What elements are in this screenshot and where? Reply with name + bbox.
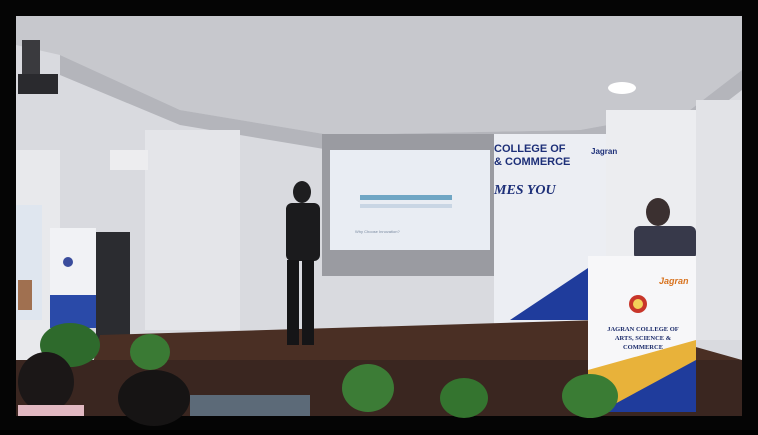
projector-mount (22, 40, 40, 74)
projector (18, 74, 58, 94)
banner-line1: COLLEGE OF (494, 143, 566, 155)
plant (342, 364, 394, 412)
left-lectern (96, 232, 130, 342)
photo-illustration (0, 0, 758, 430)
podium-college-name: JAGRAN COLLEGE OF ARTS, SCIENCE & COMMER… (595, 325, 691, 352)
podium-logo-text: Jagran (659, 276, 689, 286)
banner-brand: Jagran (591, 147, 618, 156)
projection-footer-text: Why Choose Innovation? (355, 229, 400, 234)
banner-welcome: MES YOU (494, 183, 556, 198)
host-head (646, 198, 670, 226)
ac-unit (110, 150, 148, 170)
host-torso (634, 226, 696, 260)
ceiling-light (608, 82, 636, 94)
podium-name-line2: ARTS, SCIENCE & COMMERCE (614, 335, 672, 351)
speaker-leg-right (302, 260, 314, 345)
speaker-head (293, 181, 311, 203)
banner-college-text: COLLEGE OF & COMMERCE (494, 143, 604, 169)
audience-head (18, 352, 74, 412)
photo-scene: COLLEGE OF & COMMERCE Jagran MES YOU Why… (0, 0, 758, 430)
speaker-leg-left (287, 260, 299, 345)
banner-line2: & COMMERCE (494, 156, 571, 168)
right-wall (696, 100, 742, 340)
poster-person (18, 280, 32, 310)
plant (130, 334, 170, 370)
standee-logo (63, 257, 73, 267)
left-pillar (145, 130, 240, 330)
audience-shoulder (18, 405, 84, 416)
screen-bar (360, 195, 452, 200)
standee-band (50, 295, 96, 328)
audience-seat (190, 395, 310, 416)
speaker-torso (286, 203, 320, 261)
screen-bar-2 (360, 204, 452, 208)
podium-name-line1: JAGRAN COLLEGE OF (607, 326, 679, 333)
plant (562, 374, 618, 418)
audience-head (118, 370, 190, 426)
plant (440, 378, 488, 418)
